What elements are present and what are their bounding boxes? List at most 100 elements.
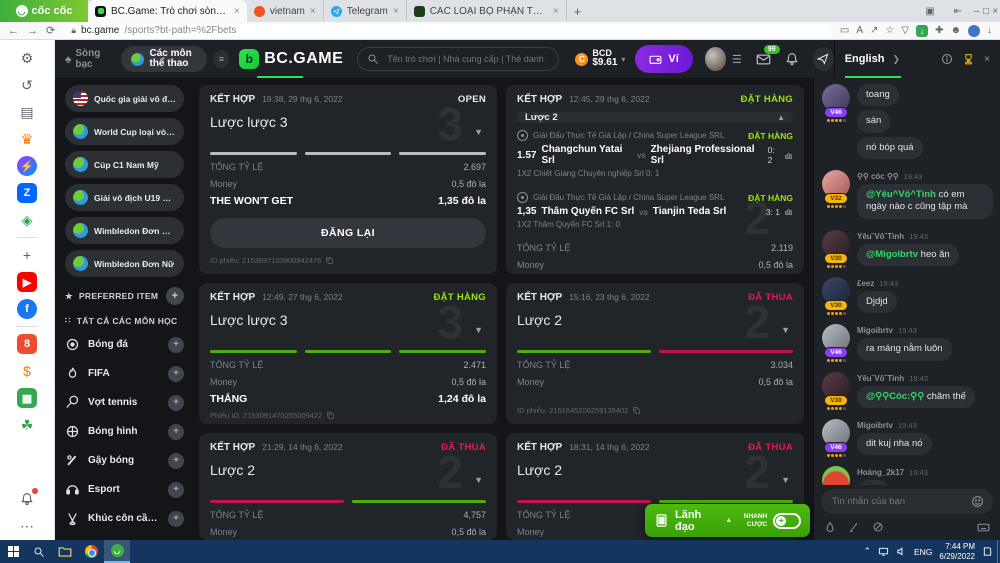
search-bar[interactable] bbox=[357, 47, 559, 71]
leaf-icon[interactable]: ☘ bbox=[17, 415, 37, 435]
share-icon[interactable]: ↗ bbox=[870, 25, 878, 36]
coin-drop-icon[interactable] bbox=[872, 521, 884, 533]
tab-close-icon[interactable]: × bbox=[310, 6, 316, 17]
wallet-button[interactable]: Ví bbox=[635, 45, 692, 73]
chat-username[interactable]: Migoibrtv19:43 bbox=[857, 326, 993, 335]
browser-tab-0[interactable]: BC.Game: Trò chơi sòng bạc× bbox=[88, 0, 247, 22]
zalo-icon[interactable]: Z bbox=[17, 183, 37, 203]
sport-item-0[interactable]: Bóng đá+ bbox=[65, 330, 184, 359]
rebet-button[interactable]: ĐĂNG LẠI bbox=[210, 218, 486, 248]
bcgame-logo[interactable]: b BC.GAME bbox=[239, 40, 343, 78]
chevron-right-icon[interactable]: ❯ bbox=[892, 54, 900, 65]
orange-app-icon[interactable]: 8 bbox=[17, 334, 37, 354]
balance-selector[interactable]: C BCD $9.61 ▾ bbox=[575, 49, 625, 69]
profile-icon[interactable]: ☻ bbox=[950, 25, 961, 36]
sport-item-4[interactable]: Gậy bóng+ bbox=[65, 446, 184, 475]
send-tab-icon[interactable]: ⇤ bbox=[944, 6, 972, 17]
pin-sport-button[interactable]: + bbox=[168, 511, 184, 527]
user-menu-icon[interactable]: ☰ bbox=[732, 53, 742, 66]
emoji-picker-icon[interactable] bbox=[971, 495, 984, 508]
sports-menu-button[interactable]: ≡ bbox=[213, 50, 229, 68]
back-icon[interactable]: ← bbox=[8, 25, 19, 37]
sport-item-3[interactable]: Bóng hình+ bbox=[65, 417, 184, 446]
tab-close-icon[interactable]: × bbox=[393, 6, 399, 17]
quick-link-5[interactable]: Wimbledon Đơn Nữ bbox=[65, 250, 184, 277]
user-avatar[interactable] bbox=[705, 47, 726, 71]
chat-username[interactable]: Migoibrtv19:43 bbox=[857, 421, 993, 430]
coccoc-taskbar-button[interactable]: ◡ bbox=[104, 540, 130, 563]
tab-close-icon[interactable]: × bbox=[553, 6, 559, 17]
url-field[interactable]: 🔒︎ bc.game/sports?bt-path=%2Fbets bbox=[63, 24, 832, 38]
game-icon[interactable]: ◈ bbox=[17, 210, 37, 230]
sport-item-6[interactable]: Khúc côn cầu trên băng+ bbox=[65, 504, 184, 533]
tray-expand-icon[interactable]: ⌃ bbox=[863, 546, 871, 557]
sport-item-1[interactable]: FIFA+ bbox=[65, 359, 184, 388]
bet-card-4[interactable]: KẾT HỢP21:29, 14 thg 6, 2022ĐÃ THUALược … bbox=[199, 433, 497, 540]
tab-close-icon[interactable]: × bbox=[234, 6, 240, 17]
action-center-icon[interactable] bbox=[982, 546, 993, 557]
combo-collapsed-row[interactable]: Lược 2▲ bbox=[517, 112, 793, 123]
chevron-down-icon[interactable]: ▼ bbox=[781, 475, 790, 485]
leaderboard-button[interactable]: Lãnh đạo ▲ NHANH CƯỢC + bbox=[645, 504, 810, 537]
chevron-down-icon[interactable]: ▼ bbox=[781, 325, 790, 335]
messenger-icon[interactable]: ⚡ bbox=[17, 156, 37, 176]
preferred-item-row[interactable]: ★PREFERRED ITEM+ bbox=[65, 287, 184, 305]
notification-bell-icon[interactable] bbox=[17, 489, 37, 509]
facebook-icon[interactable]: f bbox=[17, 299, 37, 319]
network-icon[interactable] bbox=[878, 546, 889, 557]
keyboard-icon[interactable] bbox=[977, 521, 990, 534]
chat-username[interactable]: Hoàng_2k1719:43 bbox=[857, 468, 993, 477]
clock[interactable]: 7:44 PM 6/29/2022 bbox=[939, 542, 975, 560]
stats-chart-icon[interactable] bbox=[784, 207, 793, 216]
chat-username[interactable]: ⚲⚲ cóc ⚲⚲19:43 bbox=[857, 172, 993, 181]
mail-button[interactable]: 99 bbox=[756, 52, 771, 67]
tab-sports[interactable]: Các môn thể thao bbox=[121, 46, 207, 72]
extensions-icon[interactable]: ✚ bbox=[935, 25, 943, 36]
padlock-icon[interactable]: 🔒︎ bbox=[71, 25, 76, 36]
browser-tab-3[interactable]: CÁC LOẠI BỘ PHẬN THỂ TH× bbox=[407, 0, 567, 22]
translate-icon[interactable]: A bbox=[856, 25, 863, 36]
start-button[interactable] bbox=[0, 540, 26, 563]
crown-icon[interactable]: ♛ bbox=[17, 129, 37, 149]
copy-icon[interactable] bbox=[326, 411, 335, 420]
browser-avatar[interactable] bbox=[968, 25, 980, 37]
coccoc-brand-button[interactable]: ◡ cốc cốc bbox=[0, 0, 88, 22]
chat-input-box[interactable] bbox=[821, 489, 993, 514]
chat-close-icon[interactable]: × bbox=[984, 54, 990, 65]
pin-sport-button[interactable]: + bbox=[168, 424, 184, 440]
add-preferred-button[interactable]: + bbox=[166, 287, 184, 305]
more-icon[interactable]: ⋯ bbox=[17, 516, 37, 536]
pin-sport-button[interactable]: + bbox=[168, 453, 184, 469]
taskbar-search-button[interactable] bbox=[26, 540, 52, 563]
mention-link[interactable]: @Migoibrtv bbox=[866, 249, 918, 260]
copy-icon[interactable] bbox=[632, 406, 641, 415]
chat-username[interactable]: £eez19:43 bbox=[857, 279, 993, 288]
search-input[interactable] bbox=[385, 53, 549, 65]
reading-list-icon[interactable]: ▤ bbox=[17, 102, 37, 122]
downloads-icon[interactable]: ↓ bbox=[987, 25, 992, 36]
chrome-button[interactable] bbox=[78, 540, 104, 563]
add-icon[interactable]: + bbox=[17, 245, 37, 265]
copy-icon[interactable] bbox=[325, 256, 334, 265]
forward-icon[interactable]: → bbox=[27, 25, 38, 37]
reload-icon[interactable]: ⟳ bbox=[46, 24, 55, 37]
quick-link-4[interactable]: Wimbledon Đơn Nam bbox=[65, 217, 184, 244]
shield-icon[interactable]: ▽ bbox=[901, 25, 909, 36]
close-button[interactable]: × bbox=[991, 6, 1000, 17]
stats-chart-icon[interactable] bbox=[784, 151, 793, 160]
cast-icon[interactable]: ▭ bbox=[840, 25, 849, 36]
minimize-button[interactable]: – bbox=[972, 6, 981, 17]
sport-item-5[interactable]: Esport+ bbox=[65, 475, 184, 504]
pin-sport-button[interactable]: + bbox=[168, 337, 184, 353]
pin-sport-button[interactable]: + bbox=[168, 482, 184, 498]
pin-sport-button[interactable]: + bbox=[168, 395, 184, 411]
chat-toggle-button[interactable] bbox=[813, 47, 834, 71]
quick-link-1[interactable]: World Cup loại vòng, châu Âu bbox=[65, 118, 184, 145]
input-language[interactable]: ENG bbox=[914, 547, 932, 557]
maximize-button[interactable]: □ bbox=[981, 6, 990, 17]
browser-tab-1[interactable]: vietnam× bbox=[247, 0, 324, 22]
chevron-down-icon[interactable]: ▼ bbox=[474, 127, 483, 137]
new-tab-button[interactable]: + bbox=[567, 0, 589, 22]
bookmark-star-icon[interactable]: ☆ bbox=[885, 25, 894, 36]
chevron-down-icon[interactable]: ▼ bbox=[474, 325, 483, 335]
